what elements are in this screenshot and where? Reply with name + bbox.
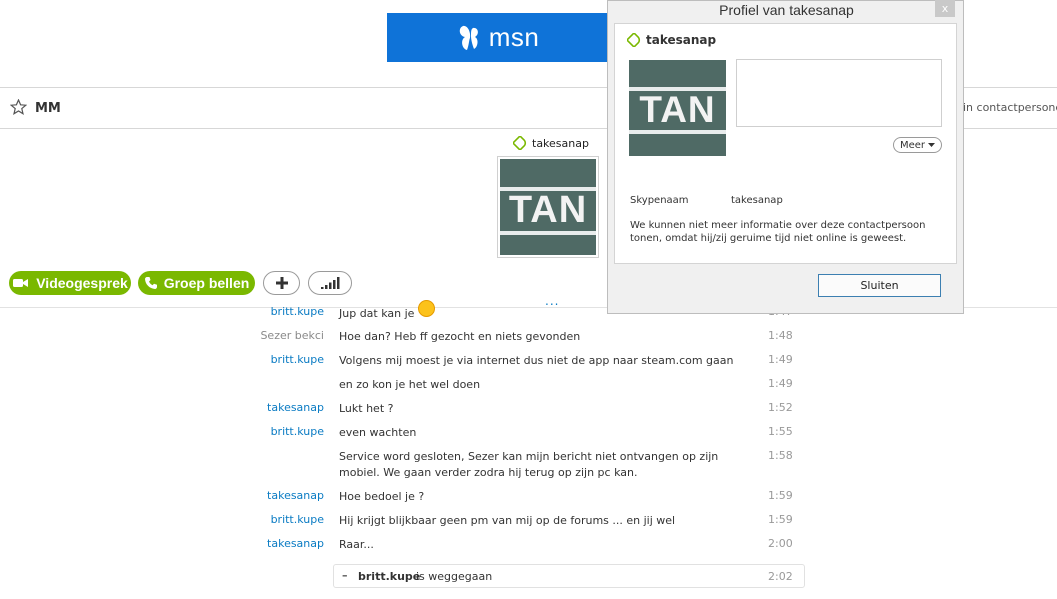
message-text: Hoe bedoel je ?: [339, 490, 425, 503]
message-time: 1:59: [768, 489, 793, 502]
msn-banner-ad[interactable]: msn: [387, 13, 609, 62]
video-call-button[interactable]: Videogesprek: [9, 271, 131, 295]
avatar-image: TAN: [500, 159, 596, 255]
dialog-title: Profiel van takesanap: [719, 2, 854, 18]
message-time: 1:55: [768, 425, 793, 438]
msn-butterfly-icon: [459, 25, 478, 50]
message-time: 1:59: [768, 513, 793, 526]
message-time: 1:49: [768, 377, 793, 390]
dialog-info-text: We kunnen niet meer informatie over deze…: [630, 220, 926, 244]
video-call-label: Videogesprek: [36, 275, 128, 291]
skypename-value: takesanap: [731, 195, 783, 206]
message-sender[interactable]: britt.kupe: [271, 513, 324, 526]
message-text: Volgens mij moest je via internet dus ni…: [339, 354, 734, 367]
plus-icon: [275, 277, 288, 289]
message-sender[interactable]: britt.kupe: [271, 305, 324, 318]
contact-name: takesanap: [532, 136, 589, 150]
message-text: Hij krijgt blijkbaar geen pm van mij op …: [339, 514, 676, 527]
add-contacts-label: in contactpersonen: [963, 101, 1057, 114]
avatar-text: TAN: [639, 89, 716, 130]
dialog-avatar: TAN: [629, 60, 726, 156]
contact-avatar[interactable]: TAN: [497, 156, 599, 258]
call-quality-button[interactable]: [308, 271, 352, 295]
group-call-button[interactable]: Groep bellen: [138, 271, 255, 295]
message-text: Service word gesloten, Sezer kan mijn be…: [339, 450, 719, 479]
message-time: 1:48: [768, 329, 793, 342]
message-sender[interactable]: takesanap: [267, 489, 324, 502]
message-text: even wachten: [339, 426, 417, 439]
leave-event-notice: – britt.kupe is weggegaan 2:02: [333, 564, 805, 588]
offline-status-icon: [627, 33, 641, 47]
dialog-contact-name-text: takesanap: [646, 33, 717, 47]
avatar-image: TAN: [629, 60, 726, 156]
message-text: Lukt het ?: [339, 402, 394, 415]
signal-strength-icon: [321, 277, 340, 289]
caret-down-icon: [928, 143, 936, 147]
dialog-close-button[interactable]: x: [935, 0, 955, 17]
message-sender[interactable]: takesanap: [267, 537, 324, 550]
skypename-label: Skypenaam: [630, 195, 689, 206]
mood-message-box: [736, 59, 942, 127]
leave-event-name[interactable]: britt.kupe: [358, 570, 420, 583]
sluiten-button[interactable]: Sluiten: [818, 274, 941, 297]
leave-event-text: is weggegaan: [416, 570, 493, 583]
conversation-title: MM: [35, 101, 61, 116]
message-text: en zo kon je het wel doen: [339, 378, 481, 391]
message-time: 1:49: [768, 353, 793, 366]
leave-event-time: 2:02: [768, 570, 793, 583]
message-text-content: Jup dat kan je: [339, 307, 415, 320]
meer-label: Meer: [899, 139, 926, 151]
message-sender[interactable]: britt.kupe: [271, 353, 324, 366]
close-icon: x: [941, 2, 949, 15]
favorite-star-icon[interactable]: [10, 99, 27, 115]
message-sender[interactable]: britt.kupe: [271, 425, 324, 438]
msn-logo-text: msn: [488, 22, 540, 52]
video-camera-icon: [13, 279, 29, 287]
dialog-contact-name: takesanap: [627, 33, 716, 47]
offline-status-icon: [513, 136, 527, 150]
add-button[interactable]: [263, 271, 300, 295]
minus-icon: –: [342, 569, 348, 582]
group-call-label: Groep bellen: [163, 275, 250, 291]
message-time: 2:00: [768, 537, 793, 550]
message-sender[interactable]: takesanap: [267, 401, 324, 414]
meer-dropdown-button[interactable]: Meer: [893, 137, 942, 153]
phone-icon: [144, 277, 157, 289]
add-contacts-link[interactable]: in contactpersonen: [959, 101, 1057, 115]
message-time: 1:58: [768, 449, 793, 462]
message-time: 1:52: [768, 401, 793, 414]
smile-emoticon-icon: [417, 300, 435, 317]
message-text: Raar...: [339, 538, 374, 551]
avatar-text: TAN: [508, 189, 588, 231]
message-sender[interactable]: Sezer bekci: [260, 329, 324, 342]
contact-name-header[interactable]: takesanap: [513, 136, 589, 150]
message-text: Hoe dan? Heb ff gezocht en niets gevonde…: [339, 330, 581, 343]
